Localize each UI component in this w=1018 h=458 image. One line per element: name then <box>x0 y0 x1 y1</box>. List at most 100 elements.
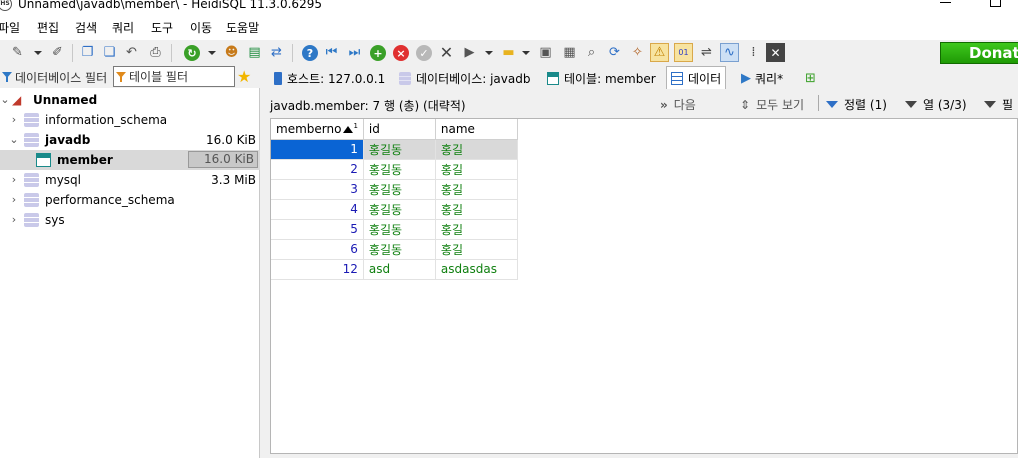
columns-button[interactable]: 열 (3/3) <box>905 96 967 113</box>
menu-tools[interactable]: 도구 <box>151 21 173 35</box>
donate-button[interactable]: Donat <box>940 42 1018 64</box>
chevron-right-icon[interactable]: › <box>9 173 19 187</box>
tree-item-information-schema[interactable]: › information_schema <box>0 110 260 130</box>
tree-item-member[interactable]: member 16.0 KiB <box>0 150 260 170</box>
chevron-down-icon[interactable] <box>34 51 42 55</box>
cell-id[interactable]: 홍길동 <box>363 159 436 180</box>
load-icon[interactable]: ▦ <box>560 43 579 62</box>
table-row[interactable]: 4 홍길동 홍길 <box>271 199 518 220</box>
undo-icon[interactable]: ↶ <box>122 43 141 62</box>
column-header-id[interactable]: id <box>363 119 436 140</box>
menu-go[interactable]: 이동 <box>190 21 212 35</box>
tree-item-unnamed[interactable]: ⌄ ◢ Unnamed <box>0 90 260 110</box>
column-header-name[interactable]: name <box>435 119 518 140</box>
show-all-button[interactable]: ⇕ 모두 보기 <box>740 96 804 113</box>
wrap-icon[interactable]: ⇌ <box>697 43 716 62</box>
table-row[interactable]: 12 asd asdasdas <box>271 259 518 280</box>
maximize-icon[interactable] <box>990 0 1001 7</box>
chevron-right-icon[interactable]: › <box>9 113 19 127</box>
cell-id[interactable]: 홍길동 <box>363 219 436 240</box>
connect-icon[interactable]: ✎ <box>8 43 27 62</box>
filter-button[interactable]: 필 <box>984 96 1013 113</box>
tab-table[interactable]: 테이블: member <box>543 68 660 89</box>
menu-help[interactable]: 도움말 <box>226 21 259 35</box>
cell-memberno[interactable]: 1 <box>271 139 364 160</box>
minimize-icon[interactable] <box>940 2 951 3</box>
table-row[interactable]: 2 홍길동 홍길 <box>271 159 518 180</box>
run-icon[interactable]: ▶ <box>460 43 479 62</box>
replace-icon[interactable]: ⟳ <box>605 43 624 62</box>
cell-memberno[interactable]: 3 <box>271 179 364 200</box>
cell-name[interactable]: 홍길 <box>435 159 518 180</box>
tab-database[interactable]: 데이터베이스: javadb <box>395 68 534 89</box>
tab-host[interactable]: 호스트: 127.0.0.1 <box>270 68 389 89</box>
close-icon[interactable]: ✕ <box>766 43 785 62</box>
columns-icon[interactable]: ⁞ <box>744 43 763 62</box>
cell-name[interactable]: 홍길 <box>435 199 518 220</box>
cell-id[interactable]: asd <box>363 259 436 280</box>
export-icon[interactable]: ▤ <box>245 43 264 62</box>
cell-name[interactable]: 홍길 <box>435 219 518 240</box>
cell-id[interactable]: 홍길동 <box>363 239 436 260</box>
cell-id[interactable]: 홍길동 <box>363 199 436 220</box>
cell-memberno[interactable]: 5 <box>271 219 364 240</box>
find-icon[interactable]: ⌕ <box>582 43 601 62</box>
column-header-memberno[interactable]: memberno 1 <box>271 119 364 140</box>
table-filter-input[interactable]: 테이블 필터 <box>113 66 235 87</box>
user-manager-icon[interactable]: ☻ <box>222 43 241 62</box>
refresh-icon[interactable]: ↻ <box>184 45 200 61</box>
chevron-right-icon[interactable]: › <box>9 213 19 227</box>
last-icon[interactable]: ⏭ <box>345 43 364 62</box>
table-row[interactable]: 6 홍길동 홍길 <box>271 239 518 260</box>
open-folder-icon[interactable]: ▬ <box>499 43 518 62</box>
tab-data[interactable]: 데이터 <box>666 66 727 89</box>
delete-icon[interactable]: × <box>393 45 409 61</box>
warning-icon[interactable]: ⚠ <box>650 43 669 62</box>
chevron-down-icon[interactable] <box>522 51 530 55</box>
cell-id[interactable]: 홍길동 <box>363 179 436 200</box>
cell-memberno[interactable]: 4 <box>271 199 364 220</box>
tree-item-mysql[interactable]: › mysql 3.3 MiB <box>0 170 260 190</box>
table-row[interactable]: 5 홍길동 홍길 <box>271 219 518 240</box>
post-icon[interactable]: ✓ <box>416 45 432 61</box>
add-icon[interactable]: + <box>370 45 386 61</box>
print-icon[interactable]: ⎙ <box>146 43 165 62</box>
transfer-icon[interactable]: ⇄ <box>267 43 286 62</box>
cell-id[interactable]: 홍길동 <box>363 139 436 160</box>
table-row[interactable]: 1 홍길동 홍길 <box>271 139 518 160</box>
cancel-icon[interactable]: ✕ <box>437 43 456 62</box>
tree-item-performance-schema[interactable]: › performance_schema <box>0 190 260 210</box>
chevron-down-icon[interactable]: ⌄ <box>0 93 10 107</box>
chevron-down-icon[interactable] <box>485 51 493 55</box>
save-icon[interactable]: ▣ <box>536 43 555 62</box>
data-grid[interactable]: memberno 1 id name 1 홍길동 홍길 2 홍길동 홍길 3 홍길… <box>270 118 1018 454</box>
clean-icon[interactable]: ✧ <box>628 43 647 62</box>
sort-button[interactable]: 정렬 (1) <box>826 96 887 113</box>
tab-query[interactable]: ▶ 쿼리* <box>737 68 787 89</box>
paste-icon[interactable]: ❏ <box>100 43 119 62</box>
chevron-down-icon[interactable] <box>208 51 216 55</box>
table-row[interactable]: 3 홍길동 홍길 <box>271 179 518 200</box>
database-filter[interactable]: 데이터베이스 필터 <box>0 67 113 87</box>
star-icon[interactable]: ★ <box>237 67 251 86</box>
cell-name[interactable]: asdasdas <box>435 259 518 280</box>
cell-memberno[interactable]: 6 <box>271 239 364 260</box>
tree-item-javadb[interactable]: ⌄ javadb 16.0 KiB <box>0 130 260 150</box>
copy-icon[interactable]: ❐ <box>78 43 97 62</box>
sync-icon[interactable]: ∿ <box>720 43 739 62</box>
binary-icon[interactable]: 01 <box>674 43 693 62</box>
cell-name[interactable]: 홍길 <box>435 179 518 200</box>
first-icon[interactable]: ⏮ <box>322 43 341 62</box>
menu-edit[interactable]: 편집 <box>37 21 59 35</box>
menu-search[interactable]: 검색 <box>75 21 97 35</box>
cell-name[interactable]: 홍길 <box>435 139 518 160</box>
cell-memberno[interactable]: 12 <box>271 259 364 280</box>
chevron-down-icon[interactable]: ⌄ <box>9 133 19 147</box>
cell-memberno[interactable]: 2 <box>271 159 364 180</box>
tree-item-sys[interactable]: › sys <box>0 210 260 230</box>
menu-query[interactable]: 쿼리 <box>112 21 134 35</box>
new-query-tab-button[interactable]: ⊞ <box>801 68 820 89</box>
chevron-right-icon[interactable]: › <box>9 193 19 207</box>
menu-file[interactable]: 파일 <box>0 21 20 35</box>
cell-name[interactable]: 홍길 <box>435 239 518 260</box>
